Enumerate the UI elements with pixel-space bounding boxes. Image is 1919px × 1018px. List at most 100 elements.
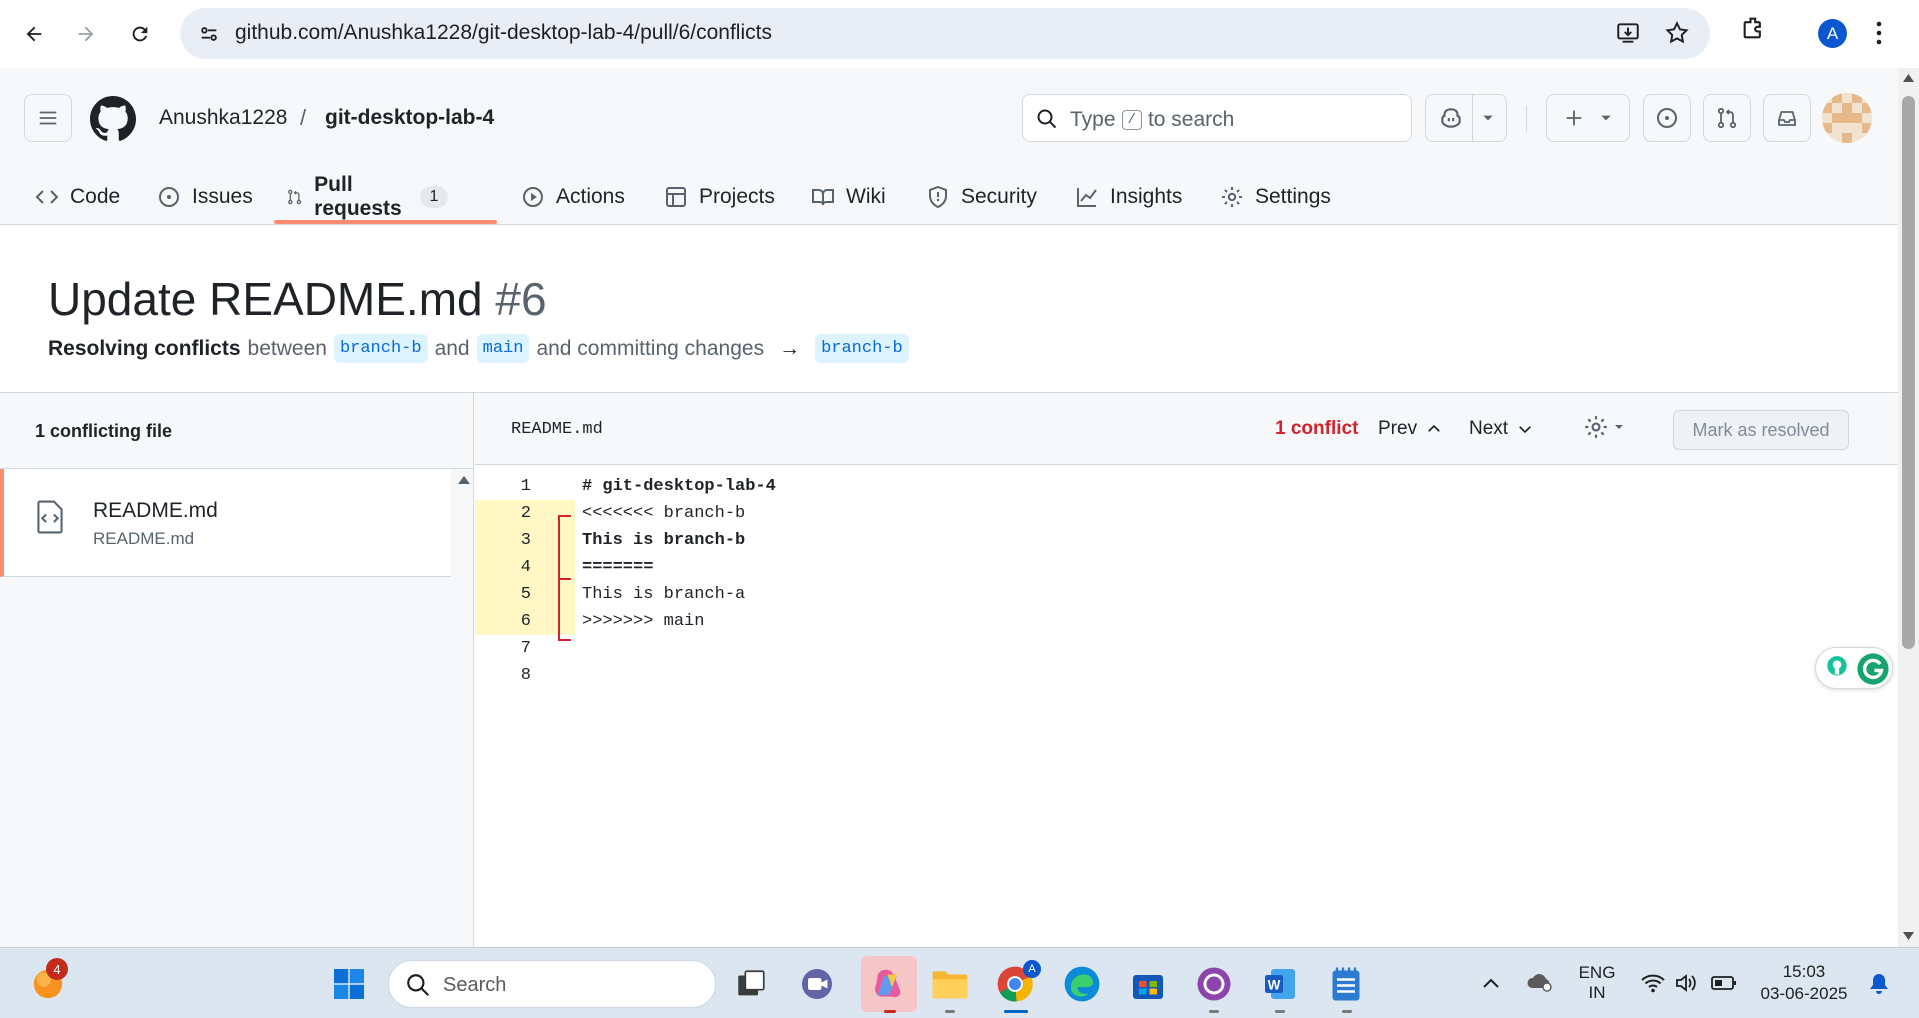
wifi-icon[interactable] — [1641, 972, 1665, 994]
target-branch-label[interactable]: branch-b — [815, 334, 909, 363]
word-button[interactable]: W — [1258, 962, 1302, 1006]
task-view-button[interactable] — [729, 962, 773, 1006]
onedrive-icon[interactable] — [1525, 968, 1555, 996]
file-list-item[interactable]: README.md README.md — [0, 469, 451, 577]
site-info-icon[interactable] — [198, 23, 220, 45]
copilot-app-button[interactable] — [861, 956, 917, 1012]
reload-button[interactable] — [120, 14, 160, 54]
tab-security[interactable]: Security — [926, 168, 1037, 225]
task-view-icon — [738, 970, 765, 996]
breadcrumb-owner[interactable]: Anushka1228 — [159, 106, 287, 130]
code-line: 1 # git-desktop-lab-4 — [475, 473, 1898, 500]
scroll-down-icon[interactable] — [1903, 932, 1914, 940]
page-scrollbar[interactable] — [1898, 68, 1919, 947]
code-editor[interactable]: 1 # git-desktop-lab-4 2 <<<<<<< branch-b… — [475, 466, 1898, 947]
create-new-button[interactable] — [1546, 94, 1630, 142]
grammarly-icon — [1857, 653, 1889, 685]
grammarly-widget[interactable] — [1815, 647, 1893, 689]
issues-shortcut-button[interactable] — [1643, 94, 1691, 142]
meet-app-button[interactable] — [795, 962, 839, 1006]
forward-button[interactable] — [66, 14, 106, 54]
tab-insights[interactable]: Insights — [1075, 168, 1182, 225]
hamburger-icon — [39, 111, 57, 125]
scrollbar-thumb[interactable] — [1902, 96, 1915, 649]
gear-icon — [1585, 416, 1607, 438]
github-logo-icon[interactable] — [90, 96, 136, 142]
prev-conflict-button[interactable]: Prev — [1378, 418, 1443, 440]
region-code: IN — [1588, 983, 1606, 1002]
pull-request-icon — [1717, 107, 1737, 129]
search-icon — [1037, 109, 1057, 129]
github-desktop-button[interactable] — [1192, 962, 1236, 1006]
sidebar-scroll-up-icon[interactable] — [457, 475, 471, 485]
file-explorer-button[interactable] — [928, 962, 972, 1006]
tab-settings-label: Settings — [1255, 184, 1331, 208]
active-tab-underline — [274, 220, 497, 224]
running-indicator — [1342, 1010, 1352, 1013]
volume-icon[interactable] — [1674, 972, 1698, 994]
reload-icon — [132, 26, 148, 42]
back-button[interactable] — [14, 14, 54, 54]
taskbar-search[interactable]: Search — [388, 960, 716, 1008]
clock-date: 03-06-2025 — [1760, 984, 1848, 1003]
tab-issues[interactable]: Issues — [157, 168, 253, 225]
pr-subtitle-between: between — [247, 336, 327, 360]
store-button[interactable] — [1126, 962, 1170, 1006]
search-icon — [407, 974, 430, 997]
code-line: 8 — [475, 662, 1898, 689]
shield-icon — [929, 185, 947, 208]
code-line: 7 — [475, 635, 1898, 662]
browser-menu-icon[interactable] — [1875, 20, 1883, 46]
next-conflict-button[interactable]: Next — [1469, 418, 1534, 440]
graph-icon — [1077, 187, 1097, 207]
tab-code[interactable]: Code — [35, 168, 120, 225]
notification-bell-icon[interactable] — [1868, 972, 1890, 996]
mark-as-resolved-button[interactable]: Mark as resolved — [1673, 410, 1849, 450]
arrow-left-icon — [26, 26, 42, 42]
search-input[interactable]: Type / to search — [1022, 94, 1412, 142]
code-line-conflict: 2 <<<<<<< branch-b — [475, 500, 1898, 527]
running-indicator — [884, 1010, 896, 1013]
install-app-icon[interactable] — [1615, 20, 1641, 46]
chevron-up-icon[interactable] — [1482, 976, 1500, 990]
address-bar[interactable]: github.com/Anushka1228/git-desktop-lab-4… — [180, 8, 1710, 59]
editor-settings-button[interactable] — [1583, 414, 1625, 440]
global-nav-menu-button[interactable] — [24, 94, 72, 142]
tab-actions[interactable]: Actions — [521, 168, 625, 225]
chevron-down-icon — [1519, 426, 1531, 434]
copilot-button[interactable] — [1425, 94, 1507, 142]
chrome-profile-badge: A — [1023, 960, 1041, 978]
language-indicator[interactable]: ENG IN — [1578, 963, 1616, 1003]
pr-subtitle-committing: and committing changes — [536, 336, 765, 360]
browser-profile-avatar[interactable]: A — [1818, 19, 1847, 48]
code-line-conflict: 5 This is branch-a — [475, 581, 1898, 608]
user-avatar[interactable] — [1822, 93, 1872, 143]
prev-conflict-label: Prev — [1378, 418, 1418, 439]
scroll-up-icon[interactable] — [1903, 74, 1914, 82]
tab-pull-requests[interactable]: Pull requests 1 — [286, 168, 449, 225]
inbox-button[interactable] — [1763, 94, 1811, 142]
bookmark-star-icon[interactable] — [1664, 20, 1690, 46]
battery-icon[interactable] — [1711, 975, 1737, 991]
tab-wiki[interactable]: Wiki — [811, 168, 886, 225]
head-branch-label[interactable]: branch-b — [333, 334, 428, 363]
tab-issues-label: Issues — [192, 184, 253, 208]
edge-button[interactable] — [1060, 962, 1104, 1006]
code-line-conflict: 6 >>>>>>> main — [475, 608, 1898, 635]
notepad-button[interactable] — [1324, 962, 1368, 1006]
tab-settings[interactable]: Settings — [1220, 168, 1331, 225]
url-text[interactable]: github.com/Anushka1228/git-desktop-lab-4… — [235, 21, 772, 45]
browser-toolbar: github.com/Anushka1228/git-desktop-lab-4… — [0, 0, 1919, 68]
code-line-conflict: 4 ======= — [475, 554, 1898, 581]
tab-security-label: Security — [961, 184, 1037, 208]
tab-wiki-label: Wiki — [846, 184, 886, 208]
clock[interactable]: 15:03 03-06-2025 — [1752, 961, 1856, 1005]
conflicting-files-heading: 1 conflicting file — [35, 421, 173, 441]
breadcrumb-repo[interactable]: git-desktop-lab-4 — [325, 106, 494, 130]
tab-projects[interactable]: Projects — [664, 168, 775, 225]
extensions-icon[interactable] — [1740, 14, 1768, 42]
pull-requests-shortcut-button[interactable] — [1703, 94, 1751, 142]
base-branch-label[interactable]: main — [476, 334, 530, 363]
conflicting-files-sidebar: 1 conflicting file README.md README.md — [0, 393, 474, 947]
start-button[interactable] — [327, 962, 371, 1006]
